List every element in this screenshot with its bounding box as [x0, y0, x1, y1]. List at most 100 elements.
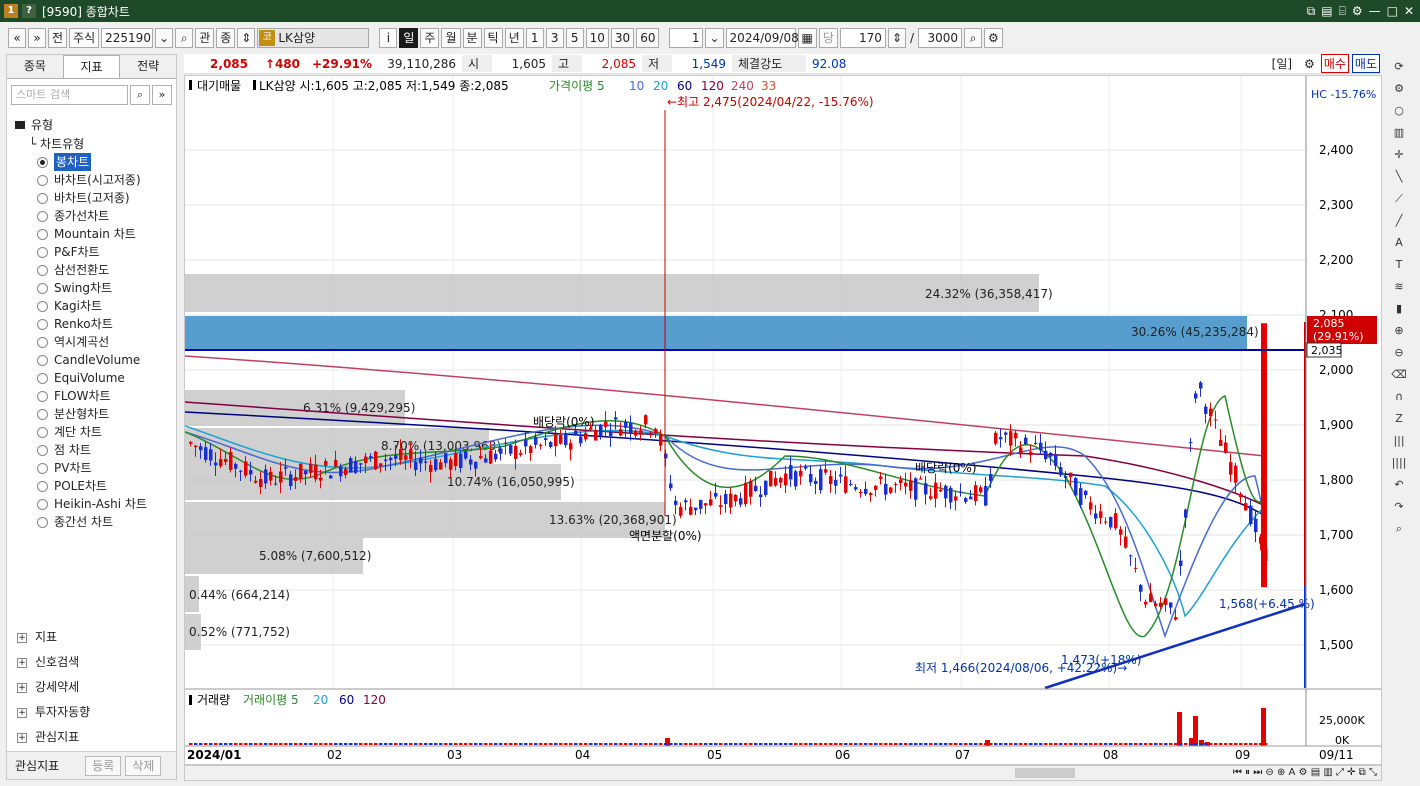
chart-type-item[interactable]: 점 차트 [15, 441, 176, 459]
radio-icon[interactable] [37, 282, 48, 294]
date-input[interactable]: 2024/09/08 [725, 28, 799, 48]
radio-icon[interactable] [37, 156, 48, 168]
radio-icon[interactable] [37, 354, 48, 366]
scroll-thumb[interactable] [1015, 768, 1075, 778]
undo-icon[interactable]: ↶ [1390, 476, 1408, 494]
chart-type-item[interactable]: 삼선전환도 [15, 261, 176, 279]
updown-icon[interactable]: ⇕ [237, 28, 256, 48]
interval-1[interactable]: 1 [525, 28, 544, 48]
interval-30[interactable]: 30 [610, 28, 635, 48]
expand-icon[interactable]: » [152, 85, 172, 105]
radio-icon[interactable] [37, 462, 48, 474]
refresh-icon[interactable]: ⟳ [1390, 58, 1408, 76]
period-day[interactable]: 일 [399, 28, 419, 48]
cross-icon[interactable]: ✛ [1390, 146, 1408, 164]
zoom-icon[interactable]: ⌕ [964, 28, 983, 48]
chart-panel[interactable]: 24.32% (36,358,417) 30.26% (45,235,284) 6.… [184, 75, 1382, 765]
screenshot-icon[interactable]: ⌸ [1339, 4, 1346, 19]
radio-icon[interactable] [37, 480, 48, 492]
radio-icon[interactable] [37, 444, 48, 456]
chart-type-item[interactable]: 분산형차트 [15, 405, 176, 423]
interval-5[interactable]: 5 [565, 28, 584, 48]
radio-icon[interactable] [37, 426, 48, 438]
link-icon[interactable]: ⧉ [1307, 4, 1316, 19]
unit-input[interactable]: 1 [669, 28, 704, 48]
ray-tool-icon[interactable]: ⟋ [1390, 190, 1408, 208]
jump-button[interactable]: 종 [216, 28, 236, 48]
auto-icon[interactable]: A [1390, 234, 1408, 252]
stock-name-field[interactable]: 코 LK삼양 [257, 28, 370, 48]
search-icon[interactable]: ⌕ [130, 85, 150, 105]
z-icon[interactable]: Z [1390, 410, 1408, 428]
chart-type-item[interactable]: Swing차트 [15, 279, 176, 297]
group-strength[interactable]: + 강세약세 [7, 675, 176, 700]
period-week[interactable]: 주 [420, 28, 440, 48]
count-spin-icon[interactable]: ⇕ [887, 28, 906, 48]
interval-10[interactable]: 10 [585, 28, 609, 48]
period-year[interactable]: 년 [504, 28, 524, 48]
chart-scrollbar[interactable]: ⏮ ⏸ ⏭ ⊖ ⊕ A ⚙ ▤ ▥ ⤢ ✛ ⧉ ⤡ [184, 765, 1382, 781]
tab-strategy[interactable]: 전략 [120, 55, 176, 78]
chart-icon[interactable]: ▥ [1390, 124, 1408, 142]
group-button[interactable]: 관 [195, 28, 215, 48]
help-icon[interactable]: ? [22, 4, 36, 18]
group-favorite[interactable]: + 관심지표 [7, 725, 176, 750]
group-signal[interactable]: + 신호검색 [7, 650, 176, 675]
price-chart[interactable]: 24.32% (36,358,417) 30.26% (45,235,284) 6.… [185, 76, 1381, 764]
radio-icon[interactable] [37, 408, 48, 420]
radio-icon[interactable] [37, 498, 48, 510]
settings-icon[interactable]: ⚙ [1298, 57, 1321, 71]
unit-dropdown-icon[interactable]: ⌄ [705, 28, 724, 48]
radio-icon[interactable] [37, 390, 48, 402]
chart-type-item[interactable]: EquiVolume [15, 369, 176, 387]
tab-stock[interactable]: 종목 [7, 55, 63, 78]
tree-sub-chart-type[interactable]: └ 차트유형 [15, 135, 176, 153]
period-tick[interactable]: 틱 [483, 28, 503, 48]
chart-type-item[interactable]: 바차트(고저종) [15, 189, 176, 207]
market-select[interactable]: 주식 [69, 28, 100, 48]
radio-icon[interactable] [37, 336, 48, 348]
search-icon[interactable]: ⌕ [1390, 520, 1408, 538]
text-tool-icon[interactable]: T [1390, 256, 1408, 274]
zoom-out-icon[interactable]: ⊖ [1390, 344, 1408, 362]
register-button[interactable]: 등록 [85, 755, 122, 776]
prev-button[interactable]: 전 [48, 28, 68, 48]
total-input[interactable]: 3000 [918, 28, 963, 48]
group-investor[interactable]: + 투자자동향 [7, 700, 176, 725]
interval-60[interactable]: 60 [636, 28, 660, 48]
search-icon[interactable]: ⌕ [175, 28, 194, 48]
eraser-icon[interactable]: ⌫ [1390, 366, 1408, 384]
chart-type-item[interactable]: 계단 차트 [15, 423, 176, 441]
settings-icon[interactable]: ⚙ [1352, 4, 1363, 19]
sell-button[interactable]: 매도 [1351, 54, 1380, 73]
nav-back-button[interactable]: « [8, 28, 26, 48]
bars2-icon[interactable]: |||| [1390, 454, 1408, 472]
radio-icon[interactable] [37, 264, 48, 276]
buy-button[interactable]: 매수 [1320, 54, 1349, 73]
nav-down-button[interactable]: » [28, 28, 46, 48]
radio-icon[interactable] [37, 210, 48, 222]
segment-tool-icon[interactable]: ╱ [1390, 212, 1408, 230]
chart-type-item[interactable]: CandleVolume [15, 351, 176, 369]
radio-icon[interactable] [37, 192, 48, 204]
chart-type-item[interactable]: 역시계곡선 [15, 333, 176, 351]
chart-type-item[interactable]: Renko차트 [15, 315, 176, 333]
chart-type-item[interactable]: Kagi차트 [15, 297, 176, 315]
radio-icon[interactable] [37, 174, 48, 186]
circle-icon[interactable]: ○ [1390, 102, 1408, 120]
code-input[interactable]: 225190 [101, 28, 154, 48]
fib-icon[interactable]: ≋ [1390, 278, 1408, 296]
chart-type-item[interactable]: 봉차트 [15, 153, 176, 171]
scroll-controls[interactable]: ⏮ ⏸ ⏭ ⊖ ⊕ A ⚙ ▤ ▥ ⤢ ✛ ⧉ ⤡ [1233, 766, 1377, 780]
radio-icon[interactable] [37, 318, 48, 330]
interval-3[interactable]: 3 [545, 28, 564, 48]
chart-type-item[interactable]: 종간선 차트 [15, 513, 176, 531]
magnet-icon[interactable]: ∩ [1390, 388, 1408, 406]
chart-type-item[interactable]: 바차트(시고저종) [15, 171, 176, 189]
smart-search-input[interactable]: 스마트 검색 [11, 85, 128, 105]
delete-button[interactable]: 삭제 [125, 755, 162, 776]
chart-type-item[interactable]: PV차트 [15, 459, 176, 477]
chart-type-item[interactable]: Mountain 차트 [15, 225, 176, 243]
chart-type-item[interactable]: POLE차트 [15, 477, 176, 495]
chart-settings-icon[interactable]: ⚙ [984, 28, 1003, 48]
